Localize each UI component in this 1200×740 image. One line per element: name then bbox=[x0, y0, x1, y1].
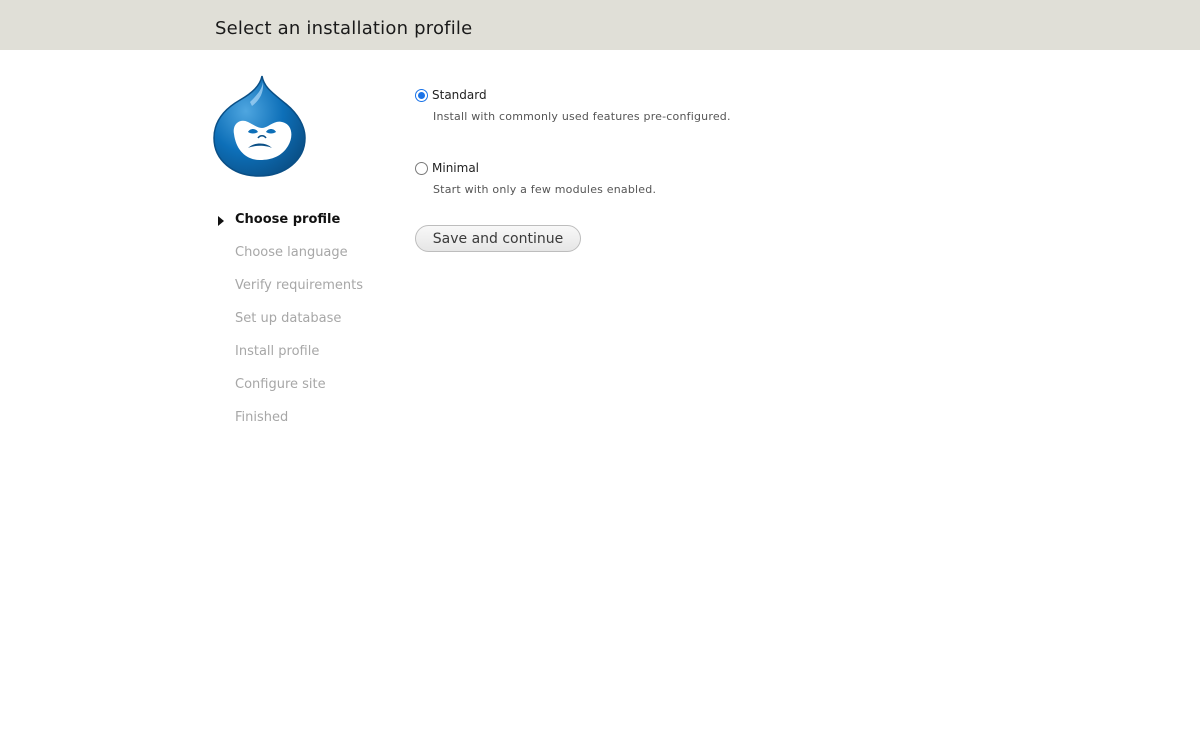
step-set-up-database: Set up database bbox=[215, 309, 363, 342]
step-configure-site: Configure site bbox=[215, 375, 363, 408]
save-and-continue-button[interactable]: Save and continue bbox=[415, 225, 581, 252]
step-finished: Finished bbox=[215, 408, 363, 441]
step-label: Set up database bbox=[235, 311, 342, 326]
page-title: Select an installation profile bbox=[215, 18, 473, 39]
profile-option-standard[interactable]: Standard Install with commonly used feat… bbox=[415, 86, 1015, 159]
standard-radio[interactable] bbox=[415, 89, 428, 102]
minimal-label[interactable]: Minimal bbox=[432, 159, 479, 177]
step-label: Install profile bbox=[235, 344, 320, 359]
step-install-profile: Install profile bbox=[215, 342, 363, 375]
profile-option-minimal[interactable]: Minimal Start with only a few modules en… bbox=[415, 159, 1015, 232]
drupal-logo-icon bbox=[213, 75, 306, 177]
minimal-radio[interactable] bbox=[415, 162, 428, 175]
standard-description: Install with commonly used features pre-… bbox=[433, 110, 731, 123]
step-choose-language: Choose language bbox=[215, 243, 363, 276]
step-label: Finished bbox=[235, 410, 289, 425]
step-label: Choose language bbox=[235, 245, 348, 260]
step-label: Verify requirements bbox=[235, 278, 364, 293]
minimal-description: Start with only a few modules enabled. bbox=[433, 183, 657, 196]
step-label: Configure site bbox=[235, 377, 326, 392]
standard-label[interactable]: Standard bbox=[432, 86, 487, 104]
step-label: Choose profile bbox=[235, 212, 341, 227]
step-choose-profile: Choose profile bbox=[215, 210, 363, 243]
page-header: Select an installation profile bbox=[0, 0, 1200, 50]
install-steps-list: Choose profile Choose language Verify re… bbox=[215, 210, 363, 441]
profile-form: Standard Install with commonly used feat… bbox=[415, 86, 1015, 252]
step-verify-requirements: Verify requirements bbox=[215, 276, 363, 309]
current-step-arrow-icon bbox=[218, 216, 224, 226]
